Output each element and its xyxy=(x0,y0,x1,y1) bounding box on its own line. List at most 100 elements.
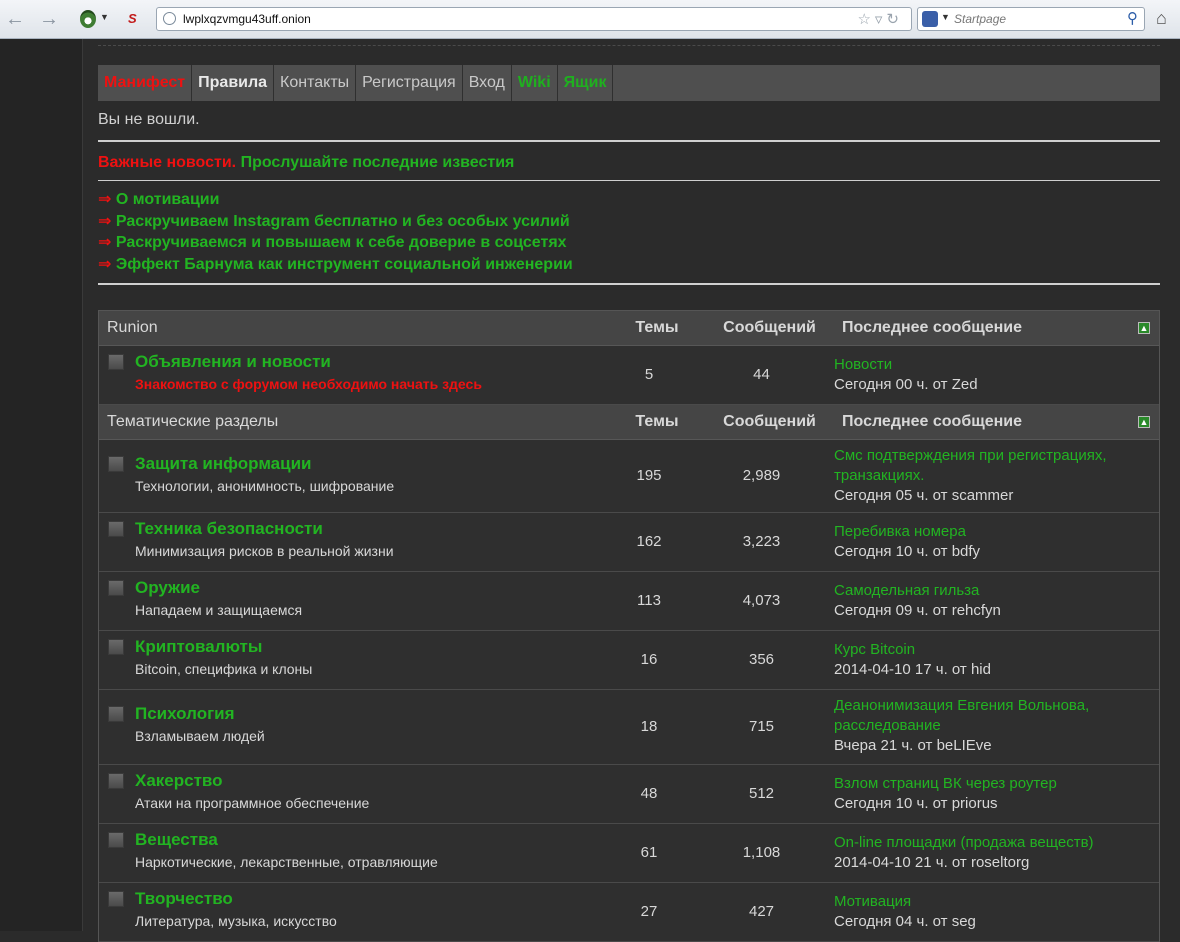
last-post-link[interactable]: Курс Bitcoin xyxy=(834,640,1159,660)
bookmark-star-icon[interactable]: ☆▿↻ xyxy=(857,10,903,28)
news-link[interactable]: Прослушайте последние известия xyxy=(241,154,515,171)
home-icon[interactable]: ⌂ xyxy=(1156,8,1167,29)
arrow-right-icon: ⇒ xyxy=(98,234,116,252)
forum-title-cell: Объявления и новости Знакомство с форумом… xyxy=(99,346,594,404)
last-post-link[interactable]: Новости xyxy=(834,355,1159,375)
topics-count: 113 xyxy=(637,592,661,610)
page-content: Манифест Правила Контакты Регистрация Вход Wi… xyxy=(98,39,1160,942)
posts-count: 427 xyxy=(748,903,775,921)
category-header: Тематические разделы Темы Сообщений Последн… xyxy=(99,404,1159,440)
last-post-cell: Мотивация Сегодня 04 ч. от seg xyxy=(819,883,1159,941)
last-post-link[interactable]: Самодельная гильза xyxy=(834,581,1159,601)
column-posts: Сообщений xyxy=(723,318,816,336)
forum-title-cell: Творчество Литература, музыка, искусство xyxy=(99,883,594,941)
globe-icon xyxy=(163,12,176,25)
search-bar[interactable]: ▼ Startpage ⚲ xyxy=(917,7,1145,31)
forum-row: Вещества Наркотические, лекарственные, от… xyxy=(99,823,1159,883)
topics-count: 5 xyxy=(644,366,654,384)
posts-count: 1,108 xyxy=(742,844,781,862)
nav-rules[interactable]: Правила xyxy=(192,65,275,101)
topics-count: 18 xyxy=(640,718,658,736)
forum-title[interactable]: Криптовалюты xyxy=(135,637,594,657)
forum-status-icon xyxy=(108,455,124,472)
nav-wiki[interactable]: Wiki xyxy=(512,65,558,101)
last-post-link[interactable]: Перебивка номера xyxy=(834,522,1159,542)
topics-count: 61 xyxy=(640,844,658,862)
topics-count: 162 xyxy=(636,533,662,551)
divider xyxy=(98,140,1160,142)
posts-count: 512 xyxy=(748,785,775,803)
forum-title[interactable]: Хакерство xyxy=(135,771,594,791)
search-engine-icon[interactable] xyxy=(922,11,938,27)
article-link[interactable]: ⇒ Эффект Барнума как инструмент социальн… xyxy=(98,254,1160,276)
noscript-icon[interactable]: S xyxy=(128,11,146,27)
forum-title[interactable]: Оружие xyxy=(135,578,594,598)
posts-count: 3,223 xyxy=(742,533,781,551)
article-link-label[interactable]: О мотивации xyxy=(116,191,220,208)
article-link[interactable]: ⇒ Раскручиваем Instagram бесплатно и без… xyxy=(98,211,1160,233)
article-link[interactable]: ⇒ Раскручиваемся и повышаем к себе довер… xyxy=(98,232,1160,254)
forward-arrow-icon[interactable]: → xyxy=(38,8,60,30)
posts-count: 715 xyxy=(748,718,775,736)
search-input[interactable]: Startpage xyxy=(954,12,1006,26)
last-post-meta: 2014-04-10 17 ч. от hid xyxy=(834,660,991,678)
article-link-label[interactable]: Эффект Барнума как инструмент социальной… xyxy=(116,256,573,273)
forum-title[interactable]: Психология xyxy=(135,704,594,724)
forum-title[interactable]: Вещества xyxy=(135,830,594,850)
article-link[interactable]: ⇒ О мотивации xyxy=(98,189,1160,211)
last-post-link[interactable]: Мотивация xyxy=(834,892,1159,912)
forum-title[interactable]: Техника безопасности xyxy=(135,519,594,539)
forum-row: Оружие Нападаем и защищаемся 113 4,073 Самод… xyxy=(99,571,1159,631)
posts-count: 44 xyxy=(753,366,770,384)
tor-onion-icon[interactable] xyxy=(80,10,96,28)
main-nav: Манифест Правила Контакты Регистрация Вход Wi… xyxy=(98,65,1160,101)
collapse-icon[interactable]: ▲ xyxy=(1138,321,1150,334)
login-status: Вы не вошли. xyxy=(98,111,200,128)
posts-count: 4,073 xyxy=(742,592,781,610)
forum-table: Runion Темы Сообщений Последнее сообщение ▲ О… xyxy=(98,309,1160,942)
article-links: ⇒ О мотивации ⇒ Раскручиваем Instagram бе… xyxy=(98,189,1160,276)
nav-login[interactable]: Вход xyxy=(463,65,512,101)
forum-description: Минимизация рисков в реальной жизни xyxy=(135,542,394,559)
forum-row: Творчество Литература, музыка, искусство 2… xyxy=(99,882,1159,942)
forum-title-cell: Вещества Наркотические, лекарственные, от… xyxy=(99,824,594,882)
url-text[interactable]: lwplxqzvmgu43uff.onion xyxy=(183,12,311,26)
chevron-down-icon[interactable]: ▼ xyxy=(941,12,950,22)
search-icon[interactable]: ⚲ xyxy=(1127,9,1138,27)
address-bar[interactable]: lwplxqzvmgu43uff.onion ☆▿↻ xyxy=(156,7,912,31)
forum-title-cell: Криптовалюты Bitcoin, специфика и клоны xyxy=(99,631,594,689)
arrow-right-icon: ⇒ xyxy=(98,212,116,230)
last-post-link[interactable]: Смс подтверждения при регистрациях, тран… xyxy=(834,446,1159,486)
nav-contacts[interactable]: Контакты xyxy=(274,65,357,101)
forum-description: Взламываем людей xyxy=(135,727,265,744)
browser-toolbar: ← → ▼ S lwplxqzvmgu43uff.onion ☆▿↻ ▼ Sta… xyxy=(0,0,1180,39)
forum-title[interactable]: Защита информации xyxy=(135,454,594,474)
chevron-down-icon[interactable]: ▼ xyxy=(100,12,109,22)
collapse-icon[interactable]: ▲ xyxy=(1138,415,1150,428)
back-arrow-icon[interactable]: ← xyxy=(4,8,26,30)
left-margin xyxy=(0,39,83,931)
nav-manifest[interactable]: Манифест xyxy=(98,65,193,101)
forum-status-icon xyxy=(108,520,124,537)
news-line: Важные новости. Прослушайте последние из… xyxy=(98,154,1160,172)
last-post-link[interactable]: Взлом страниц ВК через роутер xyxy=(834,774,1159,794)
last-post-link[interactable]: Деанонимизация Евгения Вольнова, расслед… xyxy=(834,696,1159,736)
column-topics: Темы xyxy=(635,412,679,430)
last-post-cell: Взлом страниц ВК через роутер Сегодня 10 … xyxy=(819,765,1159,823)
column-posts: Сообщений xyxy=(723,412,816,430)
forum-title-cell: Психология Взламываем людей xyxy=(99,690,594,764)
last-post-link[interactable]: On-line площадки (продажа веществ) xyxy=(834,833,1159,853)
column-last-post: Последнее сообщение xyxy=(842,318,1022,336)
nav-mailbox[interactable]: Ящик xyxy=(558,65,614,101)
last-post-meta: Сегодня 10 ч. от bdfy xyxy=(834,542,981,560)
nav-register[interactable]: Регистрация xyxy=(356,65,463,101)
forum-title[interactable]: Творчество xyxy=(135,889,594,909)
forum-title[interactable]: Объявления и новости xyxy=(135,352,594,372)
article-link-label[interactable]: Раскручиваемся и повышаем к себе доверие… xyxy=(116,234,567,251)
arrow-right-icon: ⇒ xyxy=(98,191,116,208)
forum-title-cell: Оружие Нападаем и защищаемся xyxy=(99,572,594,630)
divider xyxy=(98,180,1160,181)
last-post-meta: Сегодня 04 ч. от seg xyxy=(834,912,976,930)
topics-count: 16 xyxy=(640,651,658,669)
article-link-label[interactable]: Раскручиваем Instagram бесплатно и без о… xyxy=(116,213,570,230)
